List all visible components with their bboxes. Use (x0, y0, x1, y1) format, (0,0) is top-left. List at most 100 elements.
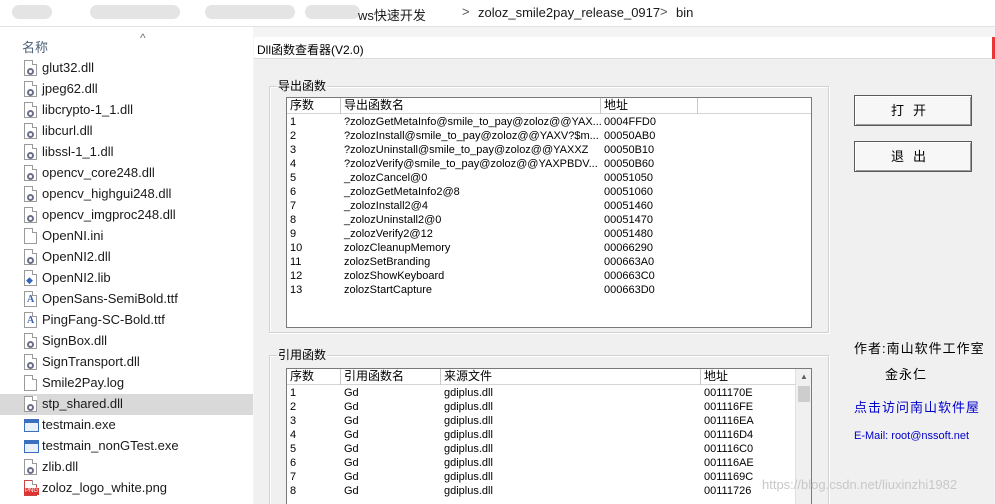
ordinal-cell: 3 (290, 415, 297, 427)
address-cell: 00051480 (604, 228, 653, 240)
column-header-export-name[interactable]: 导出函数名 (341, 98, 601, 114)
address-cell: 000663A0 (604, 256, 655, 268)
file-name: PingFang-SC-Bold.ttf (42, 312, 165, 327)
column-header-ordinal[interactable]: 序数 (287, 369, 341, 385)
import-table-row[interactable]: 7 Gd gdiplus.dll 0011169C (287, 471, 795, 485)
export-table-row[interactable]: 11 zolozSetBranding 000663A0 (287, 256, 811, 270)
function-name-cell: ?zolozGetMetaInfo@smile_to_pay@zoloz@@YA… (344, 116, 601, 128)
file-name: OpenSans-SemiBold.ttf (42, 291, 178, 306)
export-table-row[interactable]: 7 _zolozInstall2@4 00051460 (287, 200, 811, 214)
function-name-cell: ?zolozVerify@smile_to_pay@zoloz@@YAXPBDV… (344, 158, 598, 170)
import-list-header: 序数 引用函数名 来源文件 地址 (287, 369, 796, 385)
ordinal-cell: 7 (290, 471, 297, 483)
import-table-row[interactable]: 3 Gd gdiplus.dll 001116EA (287, 415, 795, 429)
open-button[interactable]: 打开 (854, 95, 972, 126)
dll-icon (24, 333, 37, 349)
scrollbar-thumb[interactable] (798, 386, 810, 402)
dll-icon (24, 60, 37, 76)
export-table-row[interactable]: 5 _zolozCancel@0 00051050 (287, 172, 811, 186)
file-name: jpeg62.dll (42, 81, 98, 96)
blurred-path-segment (90, 5, 180, 19)
email-contact[interactable]: E-Mail: root@nssoft.net (854, 430, 969, 442)
file-list-item[interactable]: Smile2Pay.log (0, 373, 253, 394)
file-name: opencv_imgproc248.dll (42, 207, 176, 222)
export-table-row[interactable]: 4 ?zolozVerify@smile_to_pay@zoloz@@YAXPBD… (287, 158, 811, 172)
column-header-address[interactable]: 地址 (701, 369, 796, 385)
function-name-cell: ?zolozUninstall@smile_to_pay@zoloz@@YAXX… (344, 144, 589, 156)
address-cell: 001116EA (704, 415, 754, 427)
export-table-row[interactable]: 2 ?zolozInstall@smile_to_pay@zoloz@@YAXV?… (287, 130, 811, 144)
file-list-item[interactable]: PNG zoloz_logo_white.png (0, 478, 253, 499)
import-table-row[interactable]: 6 Gd gdiplus.dll 001116AE (287, 457, 795, 471)
column-header-import-name[interactable]: 引用函数名 (341, 369, 441, 385)
import-name-cell: Gd (344, 471, 359, 483)
export-table-row[interactable]: 9 _zolozVerify2@12 00051480 (287, 228, 811, 242)
font-file-icon: A (24, 312, 37, 328)
export-table-row[interactable]: 8 _zolozUninstall2@0 00051470 (287, 214, 811, 228)
dialog-titlebar[interactable]: Dll函数查看器(V2.0) (254, 37, 995, 59)
file-list-item[interactable]: libssl-1_1.dll (0, 142, 253, 163)
file-list-item[interactable]: libcrypto-1_1.dll (0, 100, 253, 121)
breadcrumb-item[interactable]: zoloz_smile2pay_release_0917 (478, 5, 660, 20)
file-list-item[interactable]: glut32.dll (0, 58, 253, 79)
file-list-item[interactable]: libcurl.dll (0, 121, 253, 142)
file-list-item[interactable]: stp_shared.dll (0, 394, 253, 415)
blurred-path-segment (305, 5, 360, 19)
dll-icon (24, 354, 37, 370)
column-header-name[interactable]: 名称 (22, 37, 48, 56)
import-table-row[interactable]: 5 Gd gdiplus.dll 001116C0 (287, 443, 795, 457)
column-header-empty[interactable] (698, 98, 811, 114)
file-list-item[interactable]: ◆ OpenNI2.lib (0, 268, 253, 289)
ordinal-cell: 2 (290, 130, 297, 142)
address-cell: 00051470 (604, 214, 653, 226)
dll-icon (24, 207, 37, 223)
import-functions-list[interactable]: 序数 引用函数名 来源文件 地址 1 Gd gdiplus.dll 0011170E 2… (286, 368, 812, 504)
file-list-item[interactable]: jpeg62.dll (0, 79, 253, 100)
address-bar[interactable]: ws快速开发 > zoloz_smile2pay_release_0917 > … (0, 0, 995, 27)
export-table-row[interactable]: 10 zolozCleanupMemory 00066290 (287, 242, 811, 256)
file-list-item[interactable]: OpenNI2.dll (0, 247, 253, 268)
file-list-item[interactable]: OpenNI.ini (0, 226, 253, 247)
file-list-item[interactable]: testmain.exe (0, 415, 253, 436)
file-list-item[interactable]: opencv_core248.dll (0, 163, 253, 184)
export-table-row[interactable]: 3 ?zolozUninstall@smile_to_pay@zoloz@@YAX… (287, 144, 811, 158)
breadcrumb-item[interactable]: bin (676, 5, 693, 20)
file-list-item[interactable]: SignBox.dll (0, 331, 253, 352)
file-list-item[interactable]: zlib.dll (0, 457, 253, 478)
file-list-item[interactable]: opencv_highgui248.dll (0, 184, 253, 205)
address-cell: 001116FE (704, 401, 754, 413)
import-table-row[interactable]: 2 Gd gdiplus.dll 001116FE (287, 401, 795, 415)
function-name-cell: zolozStartCapture (344, 284, 433, 296)
export-table-row[interactable]: 12 zolozShowKeyboard 000663C0 (287, 270, 811, 284)
ordinal-cell: 7 (290, 200, 297, 212)
file-name: glut32.dll (42, 60, 95, 75)
ordinal-cell: 3 (290, 144, 297, 156)
file-list-item[interactable]: opencv_imgproc248.dll (0, 205, 253, 226)
scroll-up-arrow-icon[interactable]: ▲ (796, 369, 811, 385)
import-table-row[interactable]: 4 Gd gdiplus.dll 001116D4 (287, 429, 795, 443)
file-list-item[interactable]: A OpenSans-SemiBold.ttf (0, 289, 253, 310)
import-name-cell: Gd (344, 415, 359, 427)
column-header-address[interactable]: 地址 (601, 98, 698, 114)
file-list-item[interactable]: testmain_nonGTest.exe (0, 436, 253, 457)
import-table-row[interactable]: 8 Gd gdiplus.dll 00111726 (287, 485, 795, 499)
file-list-item[interactable]: SignTransport.dll (0, 352, 253, 373)
file-name: OpenNI2.dll (42, 249, 111, 264)
export-functions-list[interactable]: 序数 导出函数名 地址 1 ?zolozGetMetaInfo@smile_to_… (286, 97, 812, 328)
file-list-item[interactable]: A PingFang-SC-Bold.ttf (0, 310, 253, 331)
export-table-row[interactable]: 13 zolozStartCapture 000663D0 (287, 284, 811, 298)
exit-button[interactable]: 退出 (854, 141, 972, 172)
file-name: SignTransport.dll (42, 354, 140, 369)
visit-website-link[interactable]: 点击访问南山软件屋 (854, 397, 980, 416)
column-header-source-file[interactable]: 来源文件 (441, 369, 701, 385)
address-cell: 0004FFD0 (604, 116, 656, 128)
import-name-cell: Gd (344, 429, 359, 441)
address-cell: 00051050 (604, 172, 653, 184)
column-header-ordinal[interactable]: 序数 (287, 98, 341, 114)
import-table-row[interactable]: 1 Gd gdiplus.dll 0011170E (287, 387, 795, 401)
export-table-row[interactable]: 6 _zolozGetMetaInfo2@8 00051060 (287, 186, 811, 200)
blurred-path-segment (12, 5, 52, 19)
png-file-icon: PNG (24, 480, 40, 496)
breadcrumb-item[interactable]: ws快速开发 (358, 5, 426, 24)
export-table-row[interactable]: 1 ?zolozGetMetaInfo@smile_to_pay@zoloz@@Y… (287, 116, 811, 130)
